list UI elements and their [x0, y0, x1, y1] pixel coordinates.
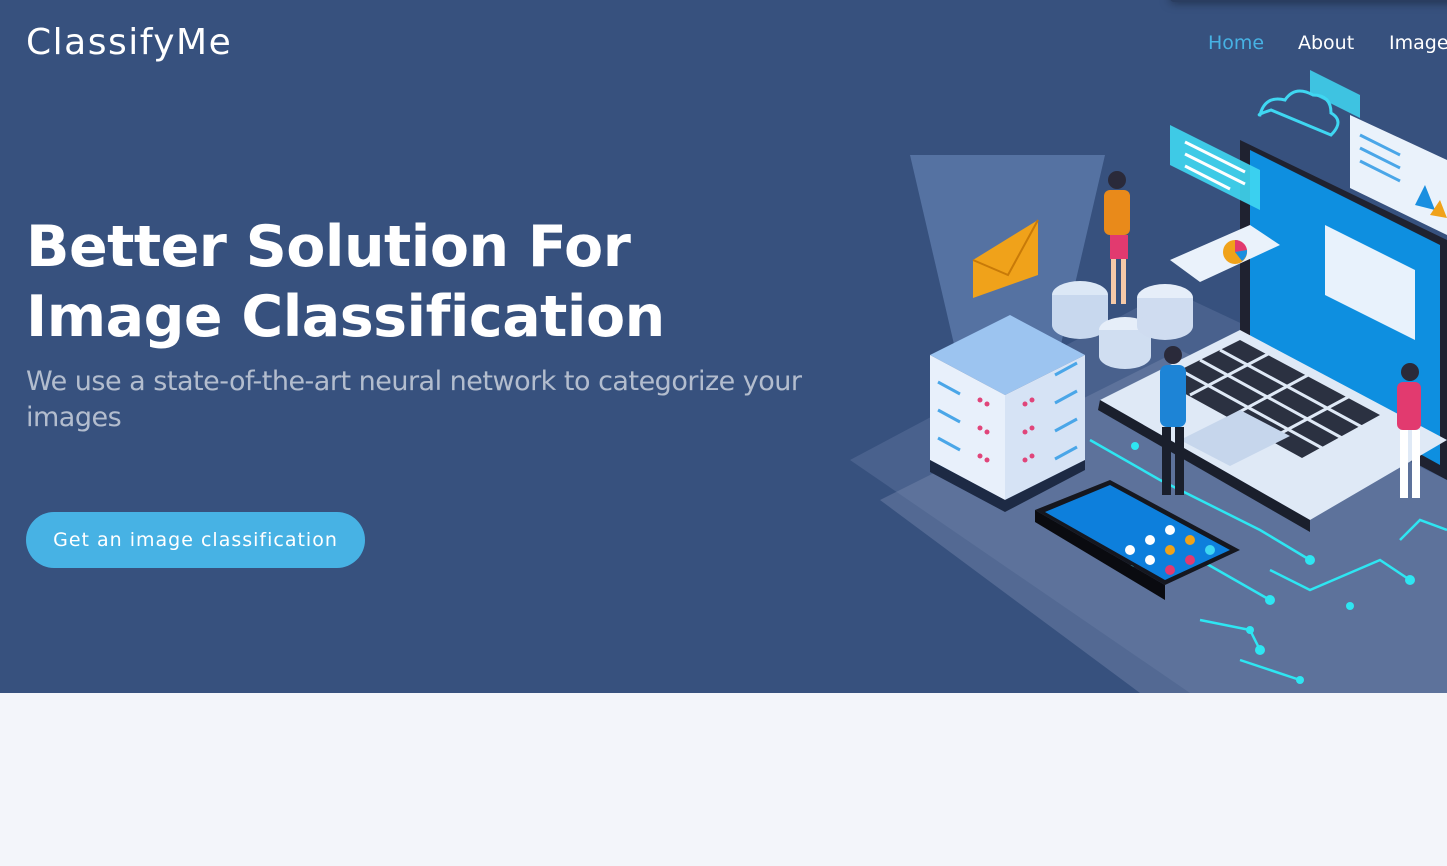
site-logo[interactable]: ClassifyMe	[26, 20, 232, 66]
nav-item-home[interactable]: Home	[1208, 30, 1264, 56]
content-section	[0, 693, 1447, 866]
isometric-tech-illustration-icon	[850, 70, 1447, 693]
hero-title: Better Solution For Image Classification	[26, 214, 665, 350]
hero-subtitle: We use a state-of-the-art neural network…	[26, 366, 802, 433]
hero-section: ClassifyMe Home About Image Better Solut…	[0, 0, 1447, 693]
get-classification-button[interactable]: Get an image classification	[26, 512, 365, 568]
header-shadow	[1170, 0, 1447, 2]
nav-item-about[interactable]: About	[1298, 30, 1354, 56]
nav-item-image[interactable]: Image	[1389, 30, 1447, 56]
